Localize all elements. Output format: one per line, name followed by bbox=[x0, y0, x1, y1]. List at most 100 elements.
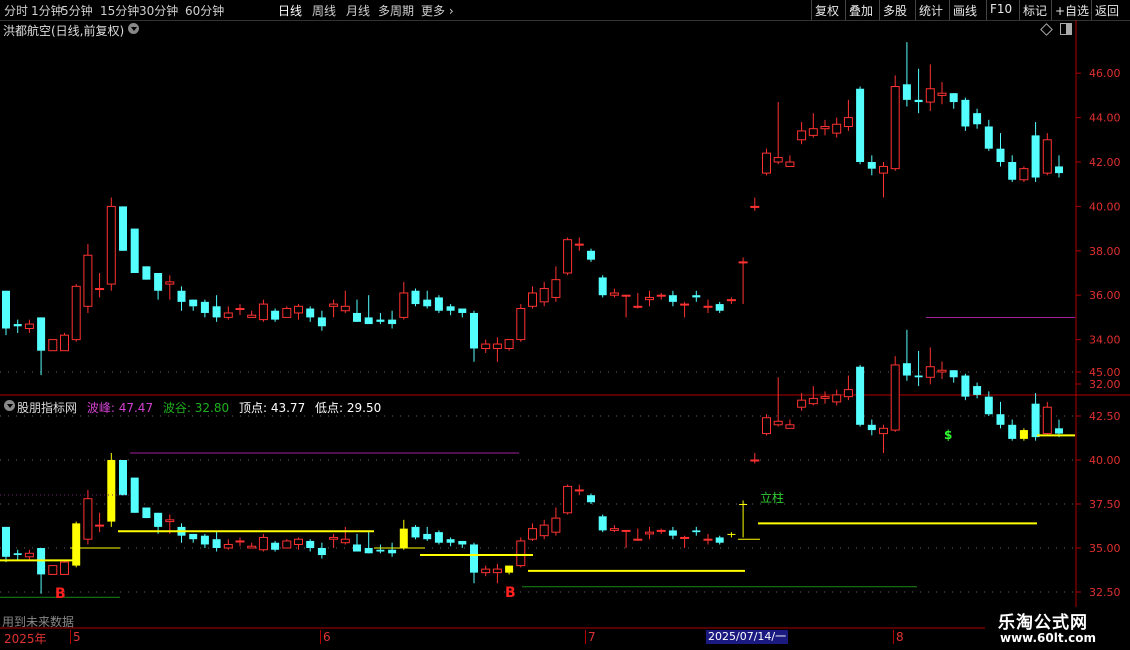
indicator-candle-body bbox=[200, 535, 209, 545]
candle-body bbox=[680, 303, 690, 306]
candle-body bbox=[189, 299, 198, 307]
indicator-candle-body bbox=[95, 524, 105, 527]
indicator-candle-body bbox=[668, 530, 677, 536]
candle-body bbox=[376, 319, 385, 322]
indicator-candle-body bbox=[13, 553, 22, 556]
indicator-candle-body bbox=[832, 394, 842, 403]
candle-body bbox=[551, 279, 561, 298]
indicator-candle-body bbox=[609, 528, 619, 531]
y-tick-label: 42.00 bbox=[1089, 156, 1121, 169]
time-axis-label: 5 bbox=[73, 630, 81, 644]
time-axis-label: 2025年 bbox=[4, 632, 47, 646]
indicator-candle-body bbox=[399, 528, 408, 548]
indicator-candle-body bbox=[340, 538, 350, 544]
candle-body bbox=[306, 308, 315, 318]
indicator-candle-body bbox=[574, 489, 584, 492]
indicator-candle-body bbox=[235, 540, 245, 543]
chart-canvas[interactable]: 46.00 44.00 42.00 40.00 38.00 36.00 34.00 32.00… bbox=[0, 0, 1130, 650]
candle-body bbox=[481, 343, 491, 349]
time-axis-label: 7 bbox=[588, 630, 596, 644]
candle-body bbox=[177, 290, 186, 302]
candle-body bbox=[223, 312, 233, 318]
candle-body bbox=[340, 305, 350, 312]
indicator-candle-body bbox=[48, 565, 58, 575]
indicator-candle-body bbox=[212, 539, 221, 548]
candle-body bbox=[48, 339, 58, 352]
candle-body bbox=[95, 288, 105, 291]
candle-body bbox=[423, 299, 432, 307]
cursor-date-box: 2025/07/14/一 bbox=[706, 630, 789, 644]
indicator-candle-body bbox=[189, 533, 198, 540]
candle-body bbox=[715, 304, 724, 311]
indicator-candle-body bbox=[1042, 406, 1052, 435]
candle-body bbox=[902, 84, 911, 100]
candle-body bbox=[1055, 166, 1063, 174]
candle-body bbox=[60, 334, 69, 352]
candle-body bbox=[130, 228, 139, 273]
indicator-candle-body bbox=[446, 539, 455, 543]
indicator-candle-body bbox=[458, 540, 467, 545]
indicator-candle-body bbox=[470, 544, 478, 573]
indicator-candle-body bbox=[890, 364, 900, 431]
buy-marker: B bbox=[505, 585, 516, 601]
candle-body bbox=[808, 128, 818, 136]
y-tick-label: 32.50 bbox=[1089, 586, 1121, 599]
indicator-candle-body bbox=[423, 533, 432, 540]
indicator-candle-body bbox=[294, 538, 303, 545]
candle-body bbox=[364, 317, 373, 325]
candle-body bbox=[563, 239, 573, 274]
indicator-candle-body bbox=[587, 495, 595, 503]
y-tick-label: 40.00 bbox=[1089, 454, 1121, 467]
candle-body bbox=[294, 305, 303, 314]
candle-body bbox=[504, 339, 514, 349]
time-axis: 2025年 5 6 7 8 bbox=[0, 630, 1076, 650]
candle-body bbox=[154, 273, 163, 291]
indicator-candle-body bbox=[1031, 403, 1040, 438]
candle-body bbox=[890, 86, 900, 170]
indicator-candle-body bbox=[973, 386, 982, 395]
candle-body bbox=[2, 290, 10, 329]
indicator-candle-body bbox=[353, 544, 361, 552]
time-axis-tick bbox=[585, 630, 586, 644]
indicator-candle-body bbox=[24, 552, 34, 558]
indicator-candle-body bbox=[762, 417, 771, 435]
candle-body bbox=[446, 306, 455, 311]
candle-body bbox=[353, 312, 361, 322]
candle-body bbox=[797, 130, 807, 141]
candle-body bbox=[587, 250, 595, 260]
candle-body bbox=[492, 343, 502, 349]
indicator-candle-body bbox=[83, 498, 93, 540]
candle-body bbox=[645, 296, 654, 301]
time-axis-tick bbox=[70, 630, 71, 644]
candle-body bbox=[258, 303, 268, 321]
indicator-candle-body bbox=[2, 526, 10, 557]
candle-body bbox=[879, 165, 888, 174]
candle-body bbox=[609, 292, 619, 296]
indicator-candle-body bbox=[376, 549, 385, 552]
candle-body bbox=[867, 162, 876, 169]
candle-body bbox=[773, 157, 783, 163]
candle-body bbox=[282, 308, 292, 318]
candle-body bbox=[785, 161, 795, 167]
indicator-candle-body bbox=[808, 397, 818, 405]
y-tick-label: 35.00 bbox=[1089, 542, 1121, 555]
y-tick-label: 42.50 bbox=[1089, 410, 1121, 423]
indicator-candle-body bbox=[165, 519, 175, 523]
indicator-candle-body bbox=[154, 512, 163, 527]
indicator-candle-body bbox=[411, 526, 420, 538]
indicator-candle-body bbox=[1008, 424, 1017, 439]
time-axis-label: 8 bbox=[896, 630, 904, 644]
candle-body bbox=[925, 88, 935, 103]
candle-body bbox=[621, 294, 631, 297]
indicator-candle-body bbox=[598, 516, 607, 531]
indicator-candle-body bbox=[516, 540, 526, 567]
candle-body bbox=[458, 308, 467, 313]
y-tick-label: 46.00 bbox=[1089, 67, 1121, 80]
indicator-candle-body bbox=[797, 399, 807, 408]
candle-body bbox=[13, 324, 22, 327]
candle-body bbox=[388, 319, 397, 325]
y-tick-label: 44.00 bbox=[1089, 112, 1121, 125]
indicator-candle-body bbox=[692, 530, 701, 533]
y-tick-label: 37.50 bbox=[1089, 498, 1121, 511]
candle-body bbox=[856, 88, 865, 162]
